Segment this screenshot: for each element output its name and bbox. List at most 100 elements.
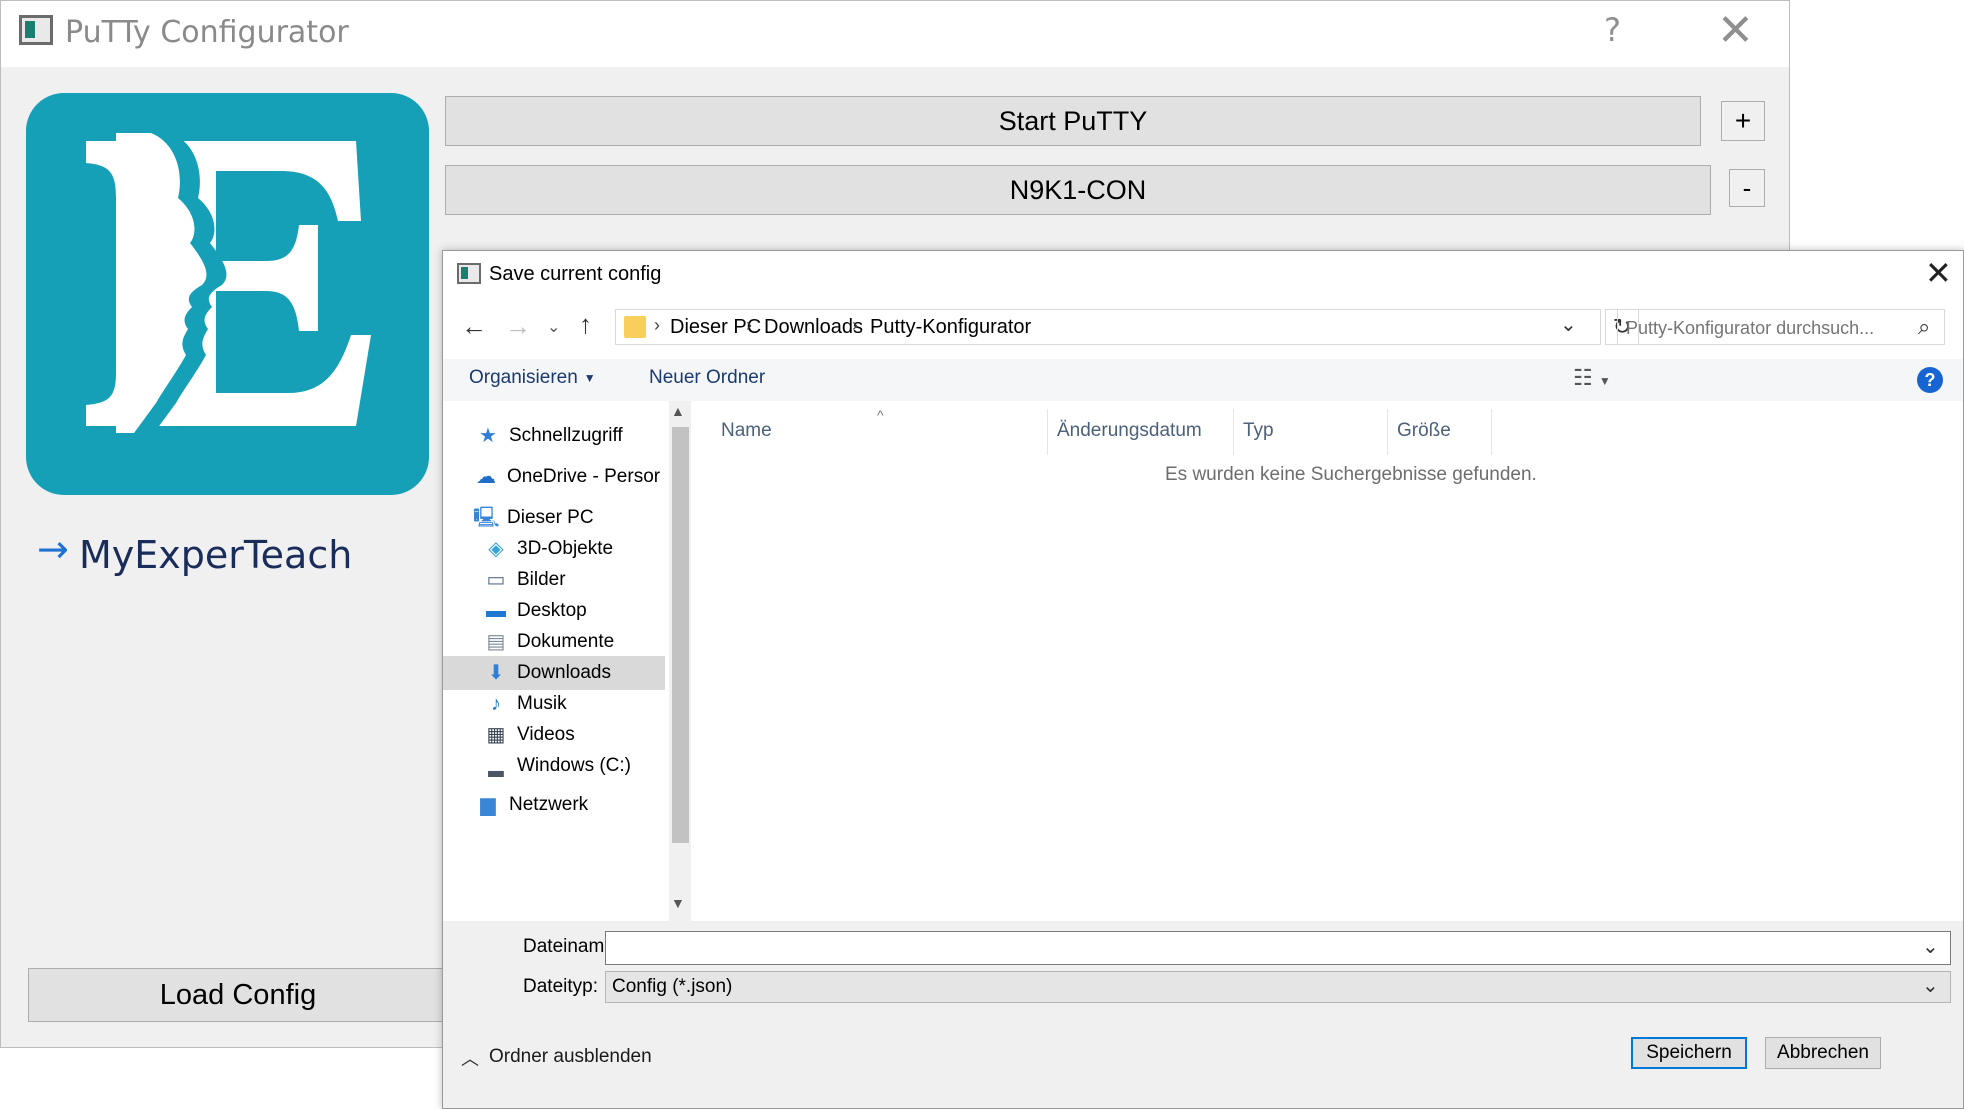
- column-header-size[interactable]: Größe: [1397, 419, 1451, 443]
- tree-item-label: Windows (C:): [517, 755, 632, 776]
- computer-icon: 🖳: [473, 507, 500, 529]
- session-button[interactable]: N9K1-CON: [445, 165, 1711, 215]
- add-session-button[interactable]: +: [1721, 101, 1765, 141]
- close-icon[interactable]: ✕: [1717, 7, 1754, 55]
- up-arrow-icon[interactable]: ↑: [579, 309, 592, 339]
- tree-item[interactable]: ▂ Windows (C:): [443, 749, 665, 783]
- command-bar: Organisieren ▼ Neuer Ordner ☷ ▼ ?: [443, 359, 1963, 401]
- download-icon: ⬇: [487, 662, 505, 684]
- column-divider[interactable]: [1491, 409, 1492, 455]
- tree-item-label: 3D-Objekte: [517, 538, 614, 559]
- star-icon: ★: [479, 425, 497, 447]
- forward-arrow-icon[interactable]: →: [505, 311, 531, 341]
- filetype-label: Dateityp:: [523, 976, 598, 997]
- tree-item[interactable]: 🖳 Dieser PC: [443, 501, 665, 535]
- new-folder-button[interactable]: Neuer Ordner: [649, 367, 765, 389]
- search-box[interactable]: ⌕: [1617, 309, 1945, 345]
- tree-item[interactable]: ★ Schnellzugriff: [443, 419, 665, 453]
- breadcrumb-separator: ›: [852, 315, 858, 335]
- back-arrow-icon[interactable]: ←: [461, 311, 487, 341]
- navigation-pane: ★ Schnellzugriff ☁ OneDrive - Persor 🖳 Dieser…: [443, 401, 665, 921]
- tree-item[interactable]: ▬ Desktop: [443, 594, 665, 628]
- hide-folders-button[interactable]: Ordner ausblenden: [489, 1045, 652, 1069]
- help-icon[interactable]: ?: [1917, 367, 1943, 393]
- scroll-down-icon[interactable]: ▼: [671, 895, 685, 911]
- tree-item-label: Desktop: [517, 600, 587, 621]
- dialog-title: Save current config: [489, 263, 662, 285]
- breadcrumb-separator: ›: [654, 315, 660, 335]
- column-divider[interactable]: [1387, 409, 1388, 455]
- folder-icon: [624, 316, 646, 338]
- chevron-up-icon[interactable]: ︿: [461, 1045, 479, 1071]
- filename-input[interactable]: [610, 935, 1914, 963]
- tree-item-label: Downloads: [517, 662, 611, 683]
- desktop-icon: ▬: [486, 600, 506, 622]
- search-icon[interactable]: ⌕: [1918, 314, 1930, 340]
- arrow-right-icon: →: [37, 527, 69, 571]
- chevron-down-icon[interactable]: ⌄: [1922, 973, 1939, 998]
- view-options-icon[interactable]: ☷ ▼: [1573, 365, 1611, 391]
- tree-item[interactable]: ▭ Bilder: [443, 563, 665, 597]
- tree-item[interactable]: ▆ Netzwerk: [443, 788, 665, 822]
- tree-item[interactable]: ▤ Dokumente: [443, 625, 665, 659]
- save-button[interactable]: Speichern: [1631, 1037, 1747, 1069]
- organize-menu[interactable]: Organisieren ▼: [469, 367, 596, 389]
- tree-item-label: OneDrive - Persor: [507, 466, 661, 487]
- app-window-icon: [19, 15, 53, 45]
- tree-item-label: Bilder: [517, 569, 566, 590]
- organize-label: Organisieren: [469, 367, 578, 388]
- tree-item-label: Dieser PC: [507, 507, 594, 528]
- drive-icon: ▂: [488, 755, 504, 777]
- brand-logo: [26, 93, 429, 495]
- chevron-down-icon[interactable]: ⌄: [1922, 934, 1939, 959]
- search-input[interactable]: [1624, 314, 1914, 342]
- column-divider[interactable]: [1233, 409, 1234, 455]
- brand-name: MyExperTeach: [79, 533, 353, 577]
- tree-item[interactable]: ▦ Videos: [443, 718, 665, 752]
- network-icon: ▆: [480, 794, 496, 816]
- chevron-down-icon[interactable]: ⌄: [1560, 312, 1577, 337]
- dialog-footer: Dateiname: ⌄ Dateityp: Config (*.json) ⌄…: [443, 921, 1963, 1108]
- load-config-button[interactable]: Load Config: [28, 968, 448, 1022]
- picture-icon: ▭: [486, 569, 506, 591]
- cancel-button[interactable]: Abbrechen: [1765, 1037, 1881, 1069]
- tree-item-label: Schnellzugriff: [509, 425, 623, 446]
- video-icon: ▦: [486, 724, 506, 746]
- tree-item[interactable]: ♪ Musik: [443, 687, 665, 721]
- help-icon[interactable]: ?: [1604, 11, 1621, 49]
- tree-item[interactable]: ⬇ Downloads: [443, 656, 665, 690]
- tree-item[interactable]: ☁ OneDrive - Persor: [443, 460, 665, 494]
- scrollbar-thumb[interactable]: [672, 427, 689, 843]
- breadcrumb-item[interactable]: Downloads: [764, 315, 863, 339]
- address-bar[interactable]: › Dieser PC › Downloads › Putty-Konfigur…: [615, 309, 1601, 345]
- column-header-modified[interactable]: Änderungsdatum: [1057, 419, 1202, 443]
- column-divider[interactable]: [1047, 409, 1048, 455]
- filetype-value: Config (*.json): [612, 976, 733, 997]
- column-header-type[interactable]: Typ: [1243, 419, 1274, 443]
- start-putty-button[interactable]: Start PuTTY: [445, 96, 1701, 146]
- dialog-window-icon: [457, 263, 481, 284]
- tree-item-label: Videos: [517, 724, 575, 745]
- music-icon: ♪: [491, 693, 501, 715]
- tree-item-label: Netzwerk: [509, 794, 589, 815]
- breadcrumb-item[interactable]: Putty-Konfigurator: [870, 315, 1031, 339]
- column-header-name[interactable]: Name: [721, 419, 772, 443]
- cloud-icon: ☁: [476, 466, 496, 488]
- cube-icon: ◈: [488, 538, 504, 560]
- tree-item[interactable]: ◈ 3D-Objekte: [443, 532, 665, 566]
- remove-session-button[interactable]: -: [1729, 169, 1765, 207]
- save-dialog: Save current config ✕ ← → ⌄ ↑ › Dieser P…: [442, 250, 1964, 1109]
- main-titlebar: PuTTy Configurator ? ✕: [1, 1, 1789, 67]
- file-list[interactable]: ^ Name Änderungsdatum Typ Größe Es wurde…: [693, 401, 1963, 921]
- recent-locations-icon[interactable]: ⌄: [547, 313, 560, 343]
- filename-label: Dateiname:: [523, 936, 621, 957]
- navigation-scrollbar[interactable]: ▲ ▼: [669, 401, 691, 921]
- dialog-close-icon[interactable]: ✕: [1925, 255, 1952, 291]
- filename-combobox[interactable]: ⌄: [605, 931, 1951, 965]
- tree-item-label: Musik: [517, 693, 567, 714]
- scroll-up-icon[interactable]: ▲: [671, 403, 685, 419]
- filetype-select[interactable]: Config (*.json) ⌄: [605, 971, 1951, 1003]
- sort-caret-icon: ^: [877, 407, 884, 423]
- window-title: PuTTy Configurator: [65, 15, 349, 50]
- empty-results-message: Es wurden keine Suchergebnisse gefunden.: [1165, 464, 1537, 485]
